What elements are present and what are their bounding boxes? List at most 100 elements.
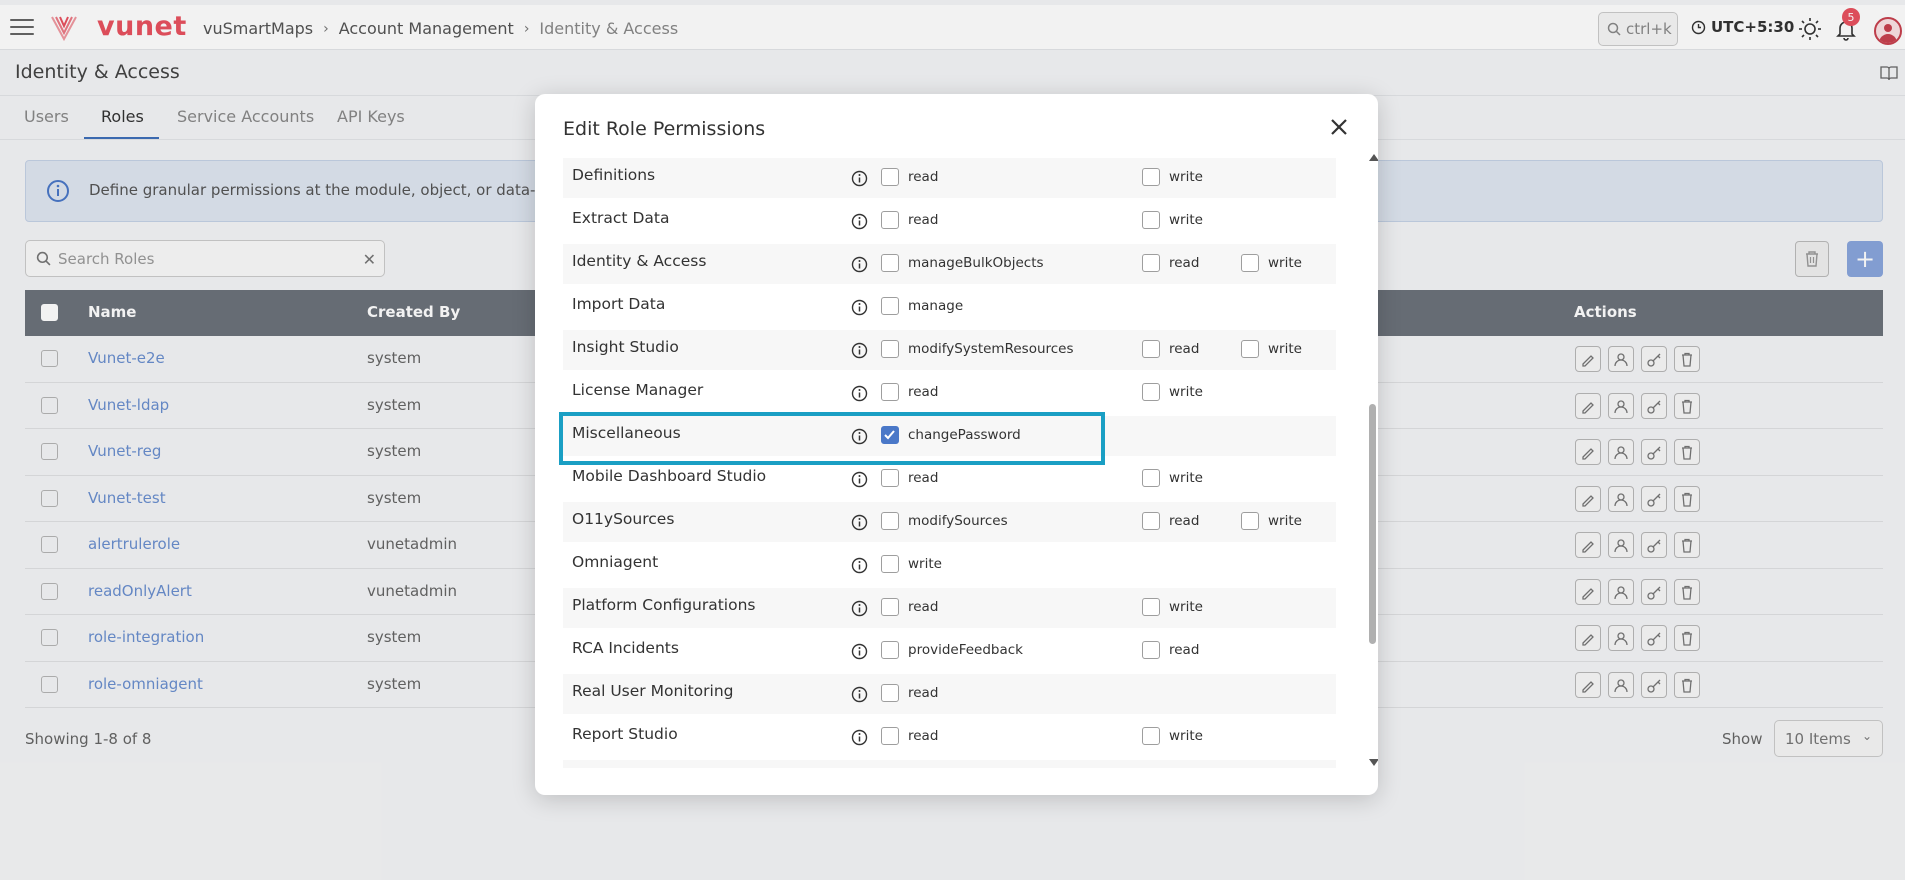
permission-option-label: write bbox=[1268, 341, 1302, 357]
permission-option-write[interactable]: write bbox=[1142, 469, 1203, 487]
permission-option-read[interactable]: read bbox=[881, 211, 938, 229]
info-icon[interactable] bbox=[851, 514, 868, 531]
scrollbar[interactable] bbox=[1367, 154, 1378, 774]
permission-checkbox[interactable] bbox=[881, 727, 899, 745]
permission-option-read[interactable]: read bbox=[881, 383, 938, 401]
permission-checkbox[interactable] bbox=[881, 297, 899, 315]
permission-option-label: write bbox=[1169, 212, 1203, 228]
permission-checkbox[interactable] bbox=[881, 684, 899, 702]
permission-checkbox[interactable] bbox=[1241, 512, 1259, 530]
scroll-up-arrow-icon[interactable] bbox=[1369, 154, 1378, 161]
permission-option-label: read bbox=[1169, 642, 1200, 658]
info-icon[interactable] bbox=[851, 299, 868, 316]
scrollbar-thumb[interactable] bbox=[1369, 404, 1376, 644]
modal-title: Edit Role Permissions bbox=[563, 118, 766, 140]
permission-row-insight-studio: Insight Studio modifySystemResources read w… bbox=[563, 330, 1336, 370]
permission-option-label: read bbox=[908, 384, 939, 400]
permission-option-write[interactable]: write bbox=[1142, 383, 1203, 401]
permission-option-read[interactable]: read bbox=[881, 168, 938, 186]
permission-option-read[interactable]: read bbox=[881, 598, 938, 616]
info-icon[interactable] bbox=[851, 170, 868, 187]
permission-checkbox[interactable] bbox=[881, 168, 899, 186]
permission-option-label: read bbox=[908, 470, 939, 486]
permission-module-label: Platform Configurations bbox=[572, 596, 756, 614]
permission-checkbox[interactable] bbox=[1142, 727, 1160, 745]
permission-option-providefeedback[interactable]: provideFeedback bbox=[881, 641, 1023, 659]
permission-option-label: manage bbox=[908, 298, 964, 314]
info-icon[interactable] bbox=[851, 686, 868, 703]
permission-row-real-user-monitoring: Real User Monitoring read bbox=[563, 674, 1336, 714]
permission-checkbox[interactable] bbox=[881, 383, 899, 401]
permission-checkbox[interactable] bbox=[1142, 512, 1160, 530]
permission-option-write[interactable]: write bbox=[881, 555, 942, 573]
permission-checkbox[interactable] bbox=[881, 598, 899, 616]
permission-option-write[interactable]: write bbox=[1241, 512, 1302, 530]
permission-checkbox[interactable] bbox=[881, 340, 899, 358]
permission-checkbox[interactable] bbox=[1142, 340, 1160, 358]
info-icon[interactable] bbox=[851, 729, 868, 746]
permission-option-read[interactable]: read bbox=[1142, 641, 1199, 659]
permission-option-write[interactable]: write bbox=[1142, 598, 1203, 616]
permission-module-label: Identity & Access bbox=[572, 252, 707, 270]
permission-checkbox[interactable] bbox=[881, 469, 899, 487]
permission-option-label: write bbox=[1169, 169, 1203, 185]
permission-row-definitions: Definitions read write bbox=[563, 158, 1336, 198]
permission-checkbox[interactable] bbox=[1142, 168, 1160, 186]
permission-option-label: read bbox=[1169, 255, 1200, 271]
permission-checkbox[interactable] bbox=[1142, 469, 1160, 487]
permission-row-platform-configurations: Platform Configurations read write bbox=[563, 588, 1336, 628]
permission-row-mobile-dashboard-studio: Mobile Dashboard Studio read write bbox=[563, 459, 1336, 499]
permission-option-read[interactable]: read bbox=[1142, 254, 1199, 272]
permission-checkbox[interactable] bbox=[1241, 340, 1259, 358]
permission-option-read[interactable]: read bbox=[881, 469, 938, 487]
info-icon[interactable] bbox=[851, 643, 868, 660]
permission-option-write[interactable]: write bbox=[1142, 211, 1203, 229]
permission-module-label: RCA Incidents bbox=[572, 639, 679, 657]
scroll-down-arrow-icon[interactable] bbox=[1369, 759, 1378, 766]
permission-module-label: Omniagent bbox=[572, 553, 659, 571]
permission-option-read[interactable]: read bbox=[1142, 340, 1199, 358]
info-icon[interactable] bbox=[851, 557, 868, 574]
permission-option-write[interactable]: write bbox=[1142, 168, 1203, 186]
permission-option-manage[interactable]: manage bbox=[881, 297, 963, 315]
permission-checkbox[interactable] bbox=[1142, 598, 1160, 616]
permission-option-label: write bbox=[1169, 728, 1203, 744]
permission-module-label: O11ySources bbox=[572, 510, 675, 528]
permission-checkbox[interactable] bbox=[881, 512, 899, 530]
permission-checkbox[interactable] bbox=[1142, 211, 1160, 229]
permission-checkbox[interactable] bbox=[1142, 383, 1160, 401]
permission-checkbox[interactable] bbox=[1142, 641, 1160, 659]
info-icon[interactable] bbox=[851, 213, 868, 230]
permission-option-read[interactable]: read bbox=[1142, 512, 1199, 530]
permission-option-managebulkobjects[interactable]: manageBulkObjects bbox=[881, 254, 1044, 272]
permission-module-label: Definitions bbox=[572, 166, 656, 184]
permission-option-label: provideFeedback bbox=[908, 642, 1023, 658]
permission-checkbox[interactable] bbox=[881, 211, 899, 229]
permission-option-label: modifySources bbox=[908, 513, 1008, 529]
permission-option-modifysystemresources[interactable]: modifySystemResources bbox=[881, 340, 1074, 358]
permission-checkbox[interactable] bbox=[881, 641, 899, 659]
permission-option-modifysources[interactable]: modifySources bbox=[881, 512, 1008, 530]
permission-option-write[interactable]: write bbox=[1142, 727, 1203, 745]
permission-option-label: write bbox=[1169, 470, 1203, 486]
permission-row-partial bbox=[563, 760, 1336, 768]
permission-option-label: read bbox=[1169, 513, 1200, 529]
permission-option-label: read bbox=[1169, 341, 1200, 357]
info-icon[interactable] bbox=[851, 600, 868, 617]
permission-option-write[interactable]: write bbox=[1241, 254, 1302, 272]
permission-option-read[interactable]: read bbox=[881, 727, 938, 745]
permission-checkbox[interactable] bbox=[881, 254, 899, 272]
permission-checkbox[interactable] bbox=[881, 555, 899, 573]
info-icon[interactable] bbox=[851, 385, 868, 402]
permission-option-read[interactable]: read bbox=[881, 684, 938, 702]
permission-checkbox[interactable] bbox=[1241, 254, 1259, 272]
info-icon[interactable] bbox=[851, 471, 868, 488]
close-icon[interactable] bbox=[1328, 116, 1350, 138]
permission-option-label: write bbox=[1169, 384, 1203, 400]
permission-option-write[interactable]: write bbox=[1241, 340, 1302, 358]
permission-option-label: read bbox=[908, 212, 939, 228]
permission-checkbox[interactable] bbox=[1142, 254, 1160, 272]
info-icon[interactable] bbox=[851, 342, 868, 359]
info-icon[interactable] bbox=[851, 256, 868, 273]
permission-option-label: read bbox=[908, 169, 939, 185]
